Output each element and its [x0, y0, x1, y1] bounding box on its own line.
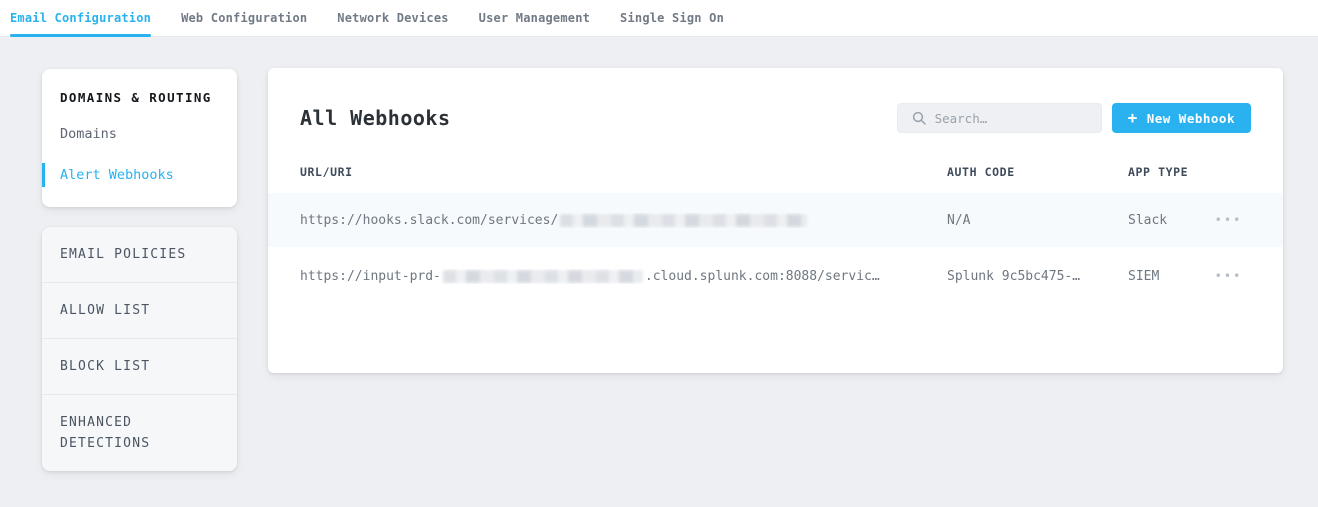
webhook-url-cell: https://hooks.slack.com/services/	[300, 213, 947, 228]
header-controls: + New Webhook	[897, 103, 1251, 133]
auth-code-cell: N/A	[947, 213, 1128, 228]
plus-icon: +	[1128, 110, 1138, 126]
top-navigation: Email Configuration Web Configuration Ne…	[0, 0, 1318, 37]
webhook-url-cell: https://input-prd- .cloud.splunk.com:808…	[300, 269, 947, 284]
sidebar-sections-card: EMAIL POLICIES ALLOW LIST BLOCK LIST ENH…	[42, 227, 237, 471]
sidebar-item-block-list[interactable]: BLOCK LIST	[42, 339, 237, 395]
row-menu-ellipsis-icon[interactable]: •••	[1215, 269, 1243, 283]
row-menu-ellipsis-icon[interactable]: •••	[1215, 213, 1243, 227]
new-webhook-button-label: New Webhook	[1147, 111, 1235, 126]
webhook-url-suffix: .cloud.splunk.com:8088/servic…	[645, 269, 880, 284]
search-icon	[912, 111, 926, 125]
tab-network-devices[interactable]: Network Devices	[337, 0, 448, 37]
page-title: All Webhooks	[300, 106, 451, 130]
tab-user-management[interactable]: User Management	[479, 0, 590, 37]
sidebar-item-email-policies[interactable]: EMAIL POLICIES	[42, 227, 237, 283]
redacted-url-segment	[443, 270, 643, 283]
webhooks-panel: All Webhooks + New Webhook URL/URI AUTH …	[268, 68, 1283, 373]
app-type-cell: Slack	[1128, 213, 1206, 228]
domains-routing-title: DOMAINS & ROUTING	[42, 90, 237, 105]
column-header-auth-code: AUTH CODE	[947, 165, 1128, 179]
column-header-url-uri: URL/URI	[300, 165, 947, 179]
tab-single-sign-on[interactable]: Single Sign On	[620, 0, 724, 37]
webhook-url-prefix: https://input-prd-	[300, 269, 441, 284]
search-input[interactable]	[935, 111, 1091, 126]
sidebar-item-enhanced-detections[interactable]: ENHANCED DETECTIONS	[42, 395, 237, 471]
domains-routing-card: DOMAINS & ROUTING Domains Alert Webhooks	[42, 69, 237, 207]
sidebar-item-alert-webhooks[interactable]: Alert Webhooks	[42, 163, 237, 187]
auth-code-cell: Splunk 9c5bc475-…	[947, 269, 1128, 284]
sidebar-item-domains[interactable]: Domains	[42, 122, 237, 146]
table-header-row: URL/URI AUTH CODE APP TYPE	[268, 165, 1283, 193]
column-header-actions	[1206, 165, 1251, 179]
sidebar-item-allow-list[interactable]: ALLOW LIST	[42, 283, 237, 339]
webhook-url-prefix: https://hooks.slack.com/services/	[300, 213, 558, 228]
column-header-app-type: APP TYPE	[1128, 165, 1206, 179]
app-type-cell: SIEM	[1128, 269, 1206, 284]
webhooks-table: URL/URI AUTH CODE APP TYPE https://hooks…	[268, 165, 1283, 305]
webhooks-panel-header: All Webhooks + New Webhook	[268, 68, 1283, 133]
table-row: https://hooks.slack.com/services/ N/A Sl…	[268, 193, 1283, 247]
new-webhook-button[interactable]: + New Webhook	[1112, 103, 1251, 133]
tab-web-configuration[interactable]: Web Configuration	[181, 0, 307, 37]
search-box	[897, 103, 1102, 133]
table-row: https://input-prd- .cloud.splunk.com:808…	[268, 247, 1283, 305]
tab-email-configuration[interactable]: Email Configuration	[10, 0, 151, 37]
redacted-url-segment	[560, 214, 807, 227]
